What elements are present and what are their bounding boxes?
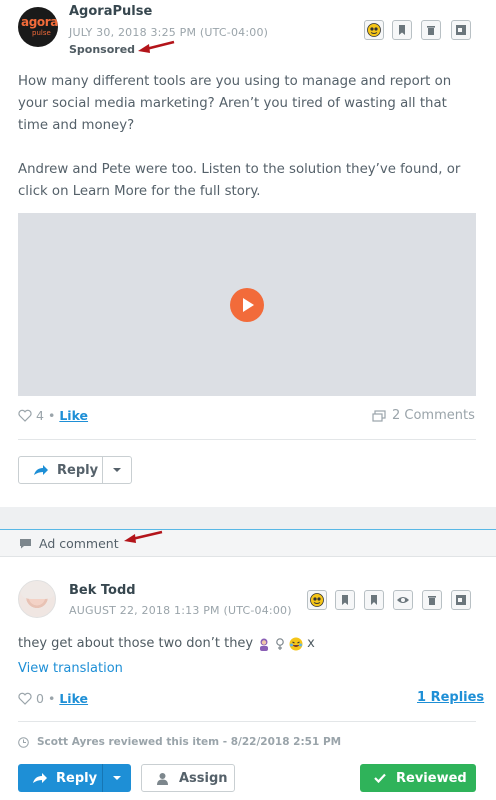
message-icon	[456, 25, 466, 35]
card-separator	[0, 507, 496, 529]
post-body: How many different tools are you using t…	[18, 71, 480, 225]
comment-reply-button[interactable]: Reply	[18, 764, 103, 792]
comment-hide-button[interactable]	[393, 590, 413, 610]
post-paragraph-2: Andrew and Pete were too. Listen to the …	[18, 162, 461, 199]
tag-icon	[342, 595, 348, 605]
comment-message-button[interactable]	[451, 590, 471, 610]
comment-likes: 0 • Like	[18, 691, 88, 706]
comment-like-count: 0	[36, 691, 44, 706]
bullet-separator: •	[47, 408, 56, 423]
post-reply-button[interactable]: Reply	[19, 457, 103, 483]
comment-sentiment-button[interactable]	[307, 590, 327, 610]
play-icon[interactable]	[230, 288, 264, 322]
comment-bubble-icon	[20, 539, 31, 549]
user-icon	[157, 772, 168, 785]
video-thumbnail[interactable]	[18, 213, 476, 396]
post-reply-split-button: Reply	[18, 456, 132, 484]
sponsored-label: Sponsored	[69, 43, 136, 56]
assign-button[interactable]: Assign	[141, 764, 235, 792]
comment-bookmark-button[interactable]	[364, 590, 384, 610]
heart-icon	[18, 409, 32, 422]
laughing-emoji-icon	[289, 637, 303, 650]
heart-icon	[18, 692, 32, 705]
annotation-arrow-icon	[138, 40, 175, 53]
reviewed-button[interactable]: Reviewed	[360, 764, 476, 792]
commenter-avatar[interactable]	[18, 580, 56, 618]
avatar-hair	[21, 581, 55, 599]
post-like-link[interactable]: Like	[59, 408, 88, 423]
comment-like-link[interactable]: Like	[59, 691, 88, 706]
bullet-separator: •	[47, 691, 56, 706]
chevron-down-icon	[113, 468, 121, 472]
comment-text: they get about those two don’t they	[18, 636, 254, 651]
chevron-down-icon	[113, 776, 121, 780]
annotation-arrow-icon	[124, 530, 163, 543]
post-like-count: 4	[36, 408, 44, 423]
trash-icon	[428, 596, 436, 605]
checkmark-icon	[374, 773, 386, 783]
delete-button[interactable]	[421, 20, 441, 40]
comment-delete-button[interactable]	[422, 590, 442, 610]
replies-link[interactable]: 1 Replies	[417, 690, 484, 705]
comments-icon	[372, 409, 386, 422]
comment-reply-label: Reply	[56, 770, 98, 786]
ad-comment-header: Ad comment	[0, 529, 496, 557]
comment-date: AUGUST 22, 2018 1:13 PM (UTC-04:00)	[69, 604, 292, 617]
assign-label: Assign	[179, 770, 228, 786]
post-paragraph-1: How many different tools are you using t…	[18, 74, 452, 133]
reply-arrow-icon	[33, 773, 47, 783]
eye-icon	[397, 597, 409, 603]
reviewed-status: Scott Ayres reviewed this item - 8/22/20…	[18, 736, 341, 748]
message-icon	[456, 595, 466, 605]
reviewed-by-text: Scott Ayres reviewed this item - 8/22/20…	[37, 736, 342, 748]
post-reply-dropdown[interactable]	[103, 457, 131, 483]
view-translation-link[interactable]: View translation	[18, 661, 123, 676]
private-message-button[interactable]	[451, 20, 471, 40]
post-divider	[18, 439, 476, 440]
female-sign-icon	[276, 637, 284, 650]
sentiment-emoji-button[interactable]	[364, 20, 384, 40]
agorapulse-logo-avatar: agora pulse	[18, 7, 58, 47]
woman-emoji-icon	[260, 638, 269, 651]
reply-arrow-icon	[34, 465, 48, 475]
clock-icon	[18, 736, 29, 748]
tag-button[interactable]	[392, 20, 412, 40]
comment-reply-dropdown[interactable]	[103, 764, 131, 792]
bookmark-icon	[371, 595, 377, 605]
emoji-face-icon	[367, 23, 381, 37]
comment-tag-button[interactable]	[335, 590, 355, 610]
comment-divider	[18, 721, 476, 722]
logo-text-sub: pulse	[32, 29, 51, 37]
trash-icon	[427, 26, 435, 35]
post-comments-count: 2 Comments	[392, 408, 475, 423]
comment-reply-split-button: Reply	[18, 764, 131, 792]
ad-comment-label: Ad comment	[39, 536, 119, 551]
post-reply-label: Reply	[57, 462, 99, 478]
reviewed-label: Reviewed	[396, 770, 467, 786]
comment-text-suffix: x	[307, 636, 315, 651]
logo-text-main: agora	[21, 15, 58, 29]
post-likes: 4 • Like	[18, 408, 88, 423]
post-comments-link[interactable]: 2 Comments	[372, 408, 475, 423]
comment-author[interactable]: Bek Todd	[69, 583, 136, 598]
tag-icon	[399, 25, 405, 35]
comment-body: they get about those two don’t they x	[18, 636, 315, 651]
emoji-face-icon	[310, 593, 324, 607]
post-author[interactable]: AgoraPulse	[69, 4, 152, 19]
